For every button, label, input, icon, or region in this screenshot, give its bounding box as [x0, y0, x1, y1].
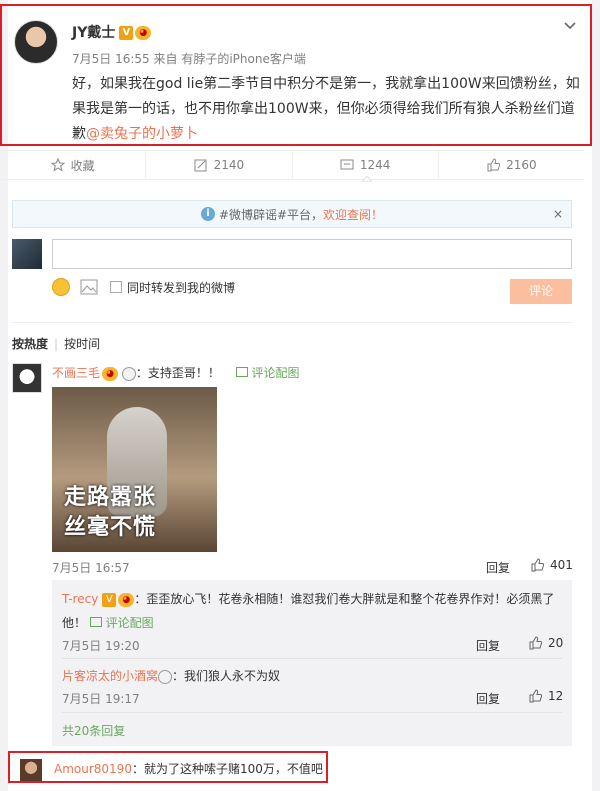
post-source[interactable]: 有脖子的iPhone客户端 [181, 52, 306, 66]
image-icon [89, 617, 102, 627]
thumbs-up-icon [529, 689, 542, 703]
reply-image-link[interactable]: 评论配图 [89, 616, 154, 630]
favorite-label: 收藏 [70, 158, 95, 173]
vip-badge-icon: ◕ [102, 366, 119, 381]
comment-text: ：支持歪哥！！ [135, 366, 220, 380]
commenter-avatar[interactable] [12, 363, 42, 393]
reply-image-link-label: 评论配图 [105, 616, 154, 630]
verified-badge-icon: V [119, 26, 134, 40]
replier-name[interactable]: 片客凉太的小酒窝 [62, 669, 158, 683]
sort-by-time[interactable]: 按时间 [64, 337, 100, 351]
active-tab-caret-icon [362, 176, 372, 182]
submit-comment-button[interactable]: 评论 [510, 279, 572, 304]
sort-by-hot[interactable]: 按热度 [12, 337, 48, 351]
comment-like-count: 401 [550, 558, 573, 572]
reply-button[interactable]: 回复 [486, 559, 510, 576]
post-time[interactable]: 7月5日 16:55 [72, 52, 150, 66]
reply-button[interactable]: 回复 [476, 637, 500, 654]
repost-checkbox[interactable] [110, 281, 122, 293]
comment-icon [340, 159, 354, 170]
vip-badge-icon: ◕ [118, 592, 135, 607]
comment-button[interactable]: 1244 [293, 151, 439, 179]
comment-image[interactable]: 走路嚣张 丝毫不慌 [52, 387, 217, 552]
image-caption-2: 丝毫不慌 [64, 515, 157, 540]
repost-count: 2140 [213, 158, 245, 172]
reply-like-count: 20 [548, 636, 564, 650]
image-icon[interactable] [80, 279, 98, 295]
my-avatar [12, 239, 42, 269]
reply-line: 片客凉太的小酒窝 ：我们狼人永不为奴 [62, 667, 280, 684]
image-icon [235, 367, 248, 377]
notice-link[interactable]: 欢迎查阅！ [323, 206, 383, 223]
comment-count: 1244 [359, 158, 391, 172]
info-icon: i [200, 207, 215, 221]
reply-text: ：歪歪放心飞！花卷永相随！谁怼我们卷大胖就是和整个花卷界作对！必须黑了 [134, 592, 555, 606]
panda-emoji-icon [121, 366, 136, 381]
reply-like-count: 12 [548, 689, 564, 703]
like-count: 2160 [506, 158, 537, 172]
like-button[interactable]: 2160 [439, 151, 584, 179]
thumbs-up-icon [531, 558, 544, 572]
sort-separator: | [54, 337, 59, 351]
notice-text: #微博辟谣#平台， [218, 207, 324, 222]
reply-text-cont: 他！ [62, 616, 87, 630]
emoji-icon[interactable] [52, 278, 70, 296]
thumbs-up-icon [487, 158, 501, 172]
comment-time: 7月5日 16:57 [52, 561, 130, 575]
repost-button[interactable]: 2140 [146, 151, 293, 179]
panda-emoji-icon [158, 669, 173, 684]
comment-image-link-label: 评论配图 [251, 366, 300, 380]
star-icon [50, 158, 65, 172]
favorite-button[interactable]: 收藏 [0, 151, 147, 179]
chevron-down-icon[interactable] [564, 20, 576, 32]
comment-input[interactable] [52, 239, 572, 269]
reply-time: 7月5日 19:17 [62, 692, 140, 706]
comment-line: Amour80190：就为了这种嗦子赌100万，不值吧 [54, 760, 323, 777]
author-name[interactable]: JY戴士 [72, 25, 115, 41]
reply-button[interactable]: 回复 [476, 690, 500, 707]
commenter-name[interactable]: 不画三毛 [52, 366, 100, 380]
author-avatar[interactable] [14, 20, 58, 64]
post-actions-bar: 收藏 2140 1244 2160 [0, 150, 584, 180]
divider [62, 658, 562, 659]
reply-line-2: 他！ 评论配图 [62, 614, 154, 631]
notice-bar: i #微博辟谣#平台， 欢迎查阅！ × [12, 200, 572, 228]
repost-checkbox-label: 同时转发到我的微博 [127, 281, 236, 295]
reply-like-button[interactable]: 20 [528, 636, 563, 650]
post-source-prefix: 来自 [153, 52, 178, 66]
commenter-avatar[interactable] [20, 759, 42, 781]
close-icon[interactable]: × [553, 207, 563, 221]
replier-name[interactable]: T-recy [62, 592, 98, 606]
comment-image-link[interactable]: 评论配图 [235, 366, 300, 380]
comment-text: ：就为了这种嗦子赌100万，不值吧 [131, 762, 323, 776]
post-text: 好，如果我在god lie第二季节目中积分不是第一，我就拿出100W来回馈粉丝，… [72, 72, 580, 147]
commenter-name[interactable]: Amour80190 [54, 762, 132, 776]
post-mention[interactable]: @卖兔子的小萝卜 [86, 126, 198, 142]
more-replies-link[interactable]: 共20条回复 [62, 722, 125, 739]
reply-line: T-recy V ◕ ：歪歪放心飞！花卷永相随！谁怼我们卷大胖就是和整个花卷界作对！必… [62, 590, 554, 607]
verified-badge-icon: V [102, 592, 117, 607]
reply-time: 7月5日 19:20 [62, 639, 140, 653]
comment-line: 不画三毛 ◕ ：支持歪哥！！ 评论配图 [52, 364, 300, 381]
divider [12, 322, 572, 323]
repost-icon [194, 159, 207, 172]
post-meta: 7月5日 16:55 来自 有脖子的iPhone客户端 [72, 50, 306, 67]
comment-like-button[interactable]: 401 [530, 558, 573, 572]
divider [62, 712, 562, 713]
post-highlight-box: JY戴士 V ◕ 7月5日 16:55 来自 有脖子的iPhone客户端 好，如果我… [0, 4, 592, 146]
reply-like-button[interactable]: 12 [528, 689, 563, 703]
reply-text: ：我们狼人永不为奴 [172, 669, 281, 683]
image-caption-1: 走路嚣张 [64, 485, 157, 510]
sort-tabs: 按热度 | 按时间 [12, 335, 100, 352]
highlighted-comment-box: Amour80190：就为了这种嗦子赌100万，不值吧 [8, 751, 328, 783]
thumbs-up-icon [529, 636, 542, 650]
post-author: JY戴士 V ◕ [72, 22, 152, 42]
vip-badge-icon: ◕ [135, 26, 152, 40]
